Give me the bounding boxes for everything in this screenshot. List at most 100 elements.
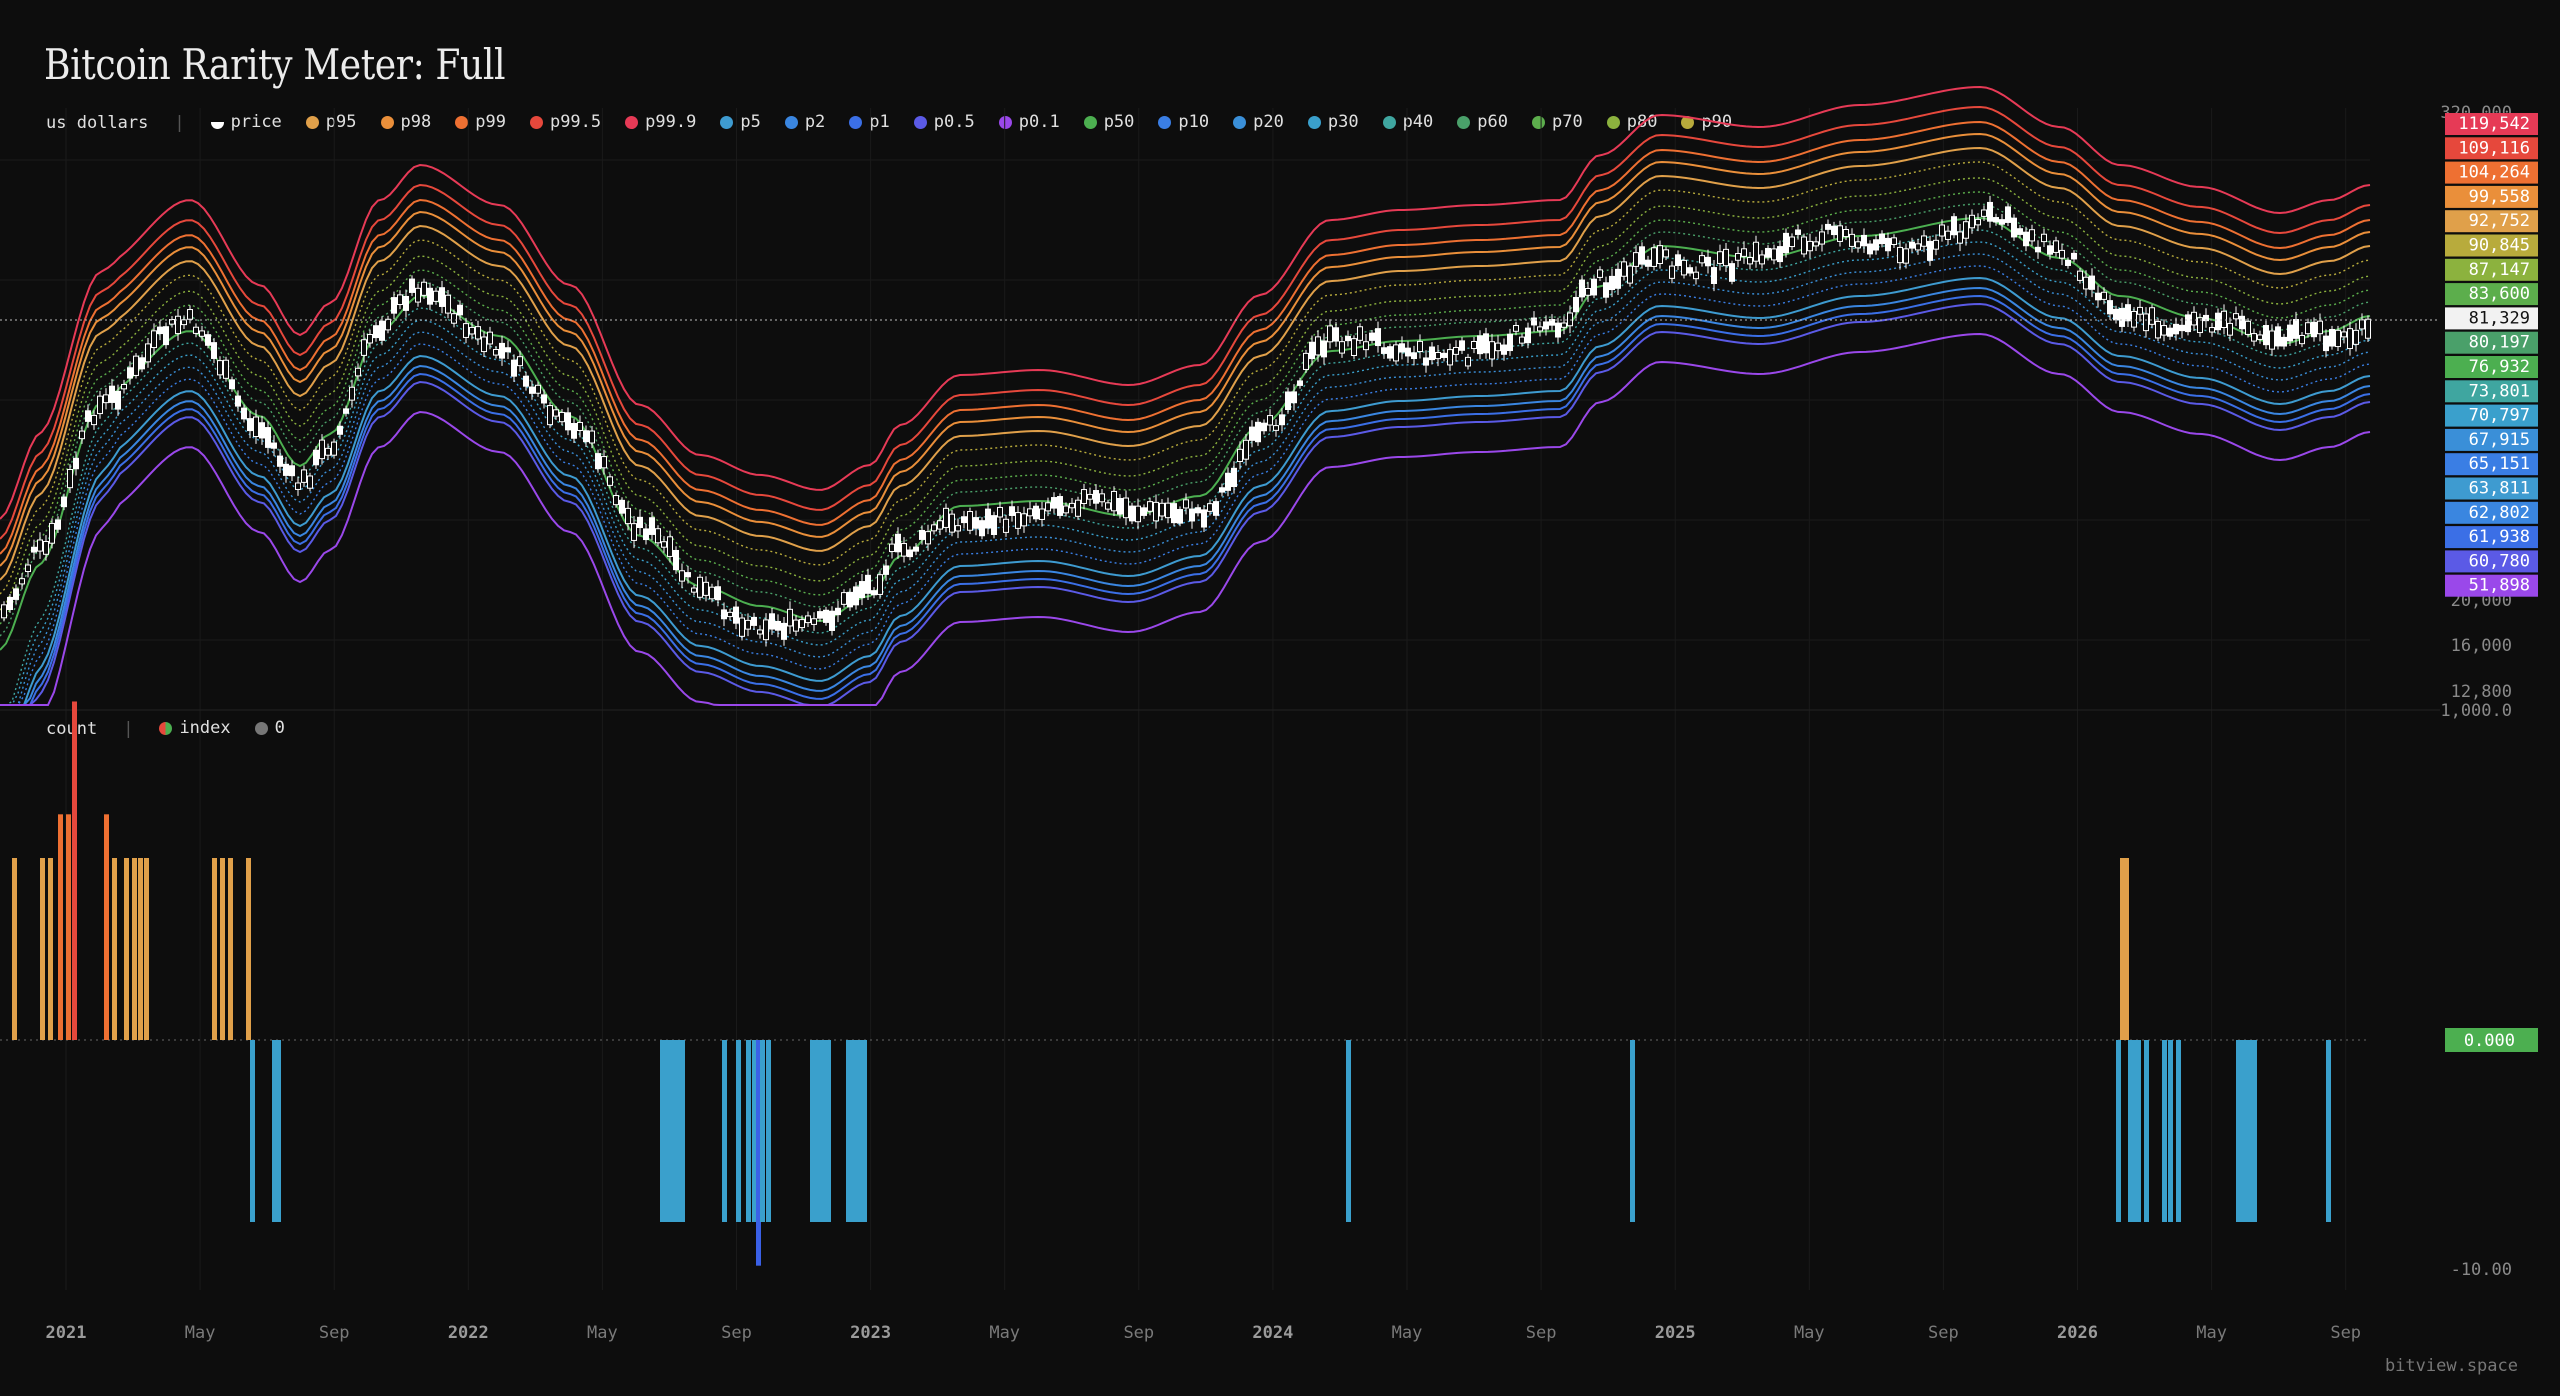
candle-body: [1429, 346, 1435, 361]
candle-body: [1321, 340, 1327, 358]
candle-body: [1843, 229, 1849, 238]
index-bar: [40, 858, 45, 1040]
candle-body: [1675, 254, 1681, 267]
candle-body: [1357, 326, 1363, 341]
candle-body: [223, 359, 229, 379]
value-badge-text: 104,264: [2458, 163, 2530, 183]
candle-body: [2053, 240, 2059, 253]
value-badge-text: 70,797: [2469, 406, 2530, 426]
candle-body: [1363, 341, 1369, 351]
candle-body: [613, 495, 619, 506]
candle-body: [409, 278, 415, 293]
candle-body: [847, 591, 853, 608]
candle-body: [235, 395, 241, 407]
x-axis-tick: May: [989, 1323, 1020, 1343]
candle-body: [655, 528, 661, 544]
candle-body: [187, 309, 193, 320]
grid: [0, 108, 2440, 1290]
band-p10: [0, 265, 2371, 706]
index-bar: [144, 858, 149, 1040]
candle-body: [7, 596, 13, 611]
candle-body: [319, 439, 325, 460]
candle-body: [2131, 310, 2137, 328]
zero-badge-text: 0.000: [2464, 1031, 2515, 1051]
candle-body: [439, 287, 445, 307]
index-bar: [766, 1040, 771, 1222]
candle-body: [991, 515, 997, 535]
candle-body: [1279, 414, 1285, 426]
x-axis-tick: May: [1392, 1323, 1423, 1343]
candle-body: [247, 418, 253, 432]
candle-body: [775, 620, 781, 631]
candle-body: [1825, 223, 1831, 230]
candle-body: [931, 524, 937, 532]
candle-body: [625, 507, 631, 525]
index-bar: [2326, 1040, 2331, 1222]
candle-body: [2221, 310, 2227, 328]
candle-body: [289, 465, 295, 477]
candle-body: [997, 506, 1003, 518]
index-bar: [2136, 1040, 2141, 1222]
candle-body: [397, 294, 403, 306]
value-badge-text: 60,780: [2469, 551, 2530, 571]
value-badge-text: 62,802: [2469, 503, 2530, 523]
candle-body: [283, 463, 289, 476]
value-badge-text: 81,329: [2469, 308, 2530, 328]
index-bar: [826, 1040, 831, 1222]
candle-body: [415, 287, 421, 303]
candle-body: [751, 616, 757, 626]
x-axis[interactable]: 2021 May Sep 2022 May Sep 2023 May Sep 2024 May Sep…: [46, 1323, 2362, 1343]
candle-body: [1813, 241, 1819, 247]
rarity-chart[interactable]: 320,00020,00016,00012,800119,542109,1161…: [0, 0, 2560, 1396]
candle-body: [1093, 490, 1099, 504]
candle-body: [685, 572, 691, 578]
candle-body: [469, 326, 475, 335]
candle-body: [1237, 448, 1243, 462]
candle-body: [1459, 340, 1465, 351]
candle-body: [691, 587, 697, 593]
candle-body: [1663, 249, 1669, 258]
candle-body: [607, 476, 613, 486]
candle-body: [37, 539, 43, 552]
candle-body: [1381, 347, 1387, 354]
candle-body: [715, 586, 721, 601]
candle-body: [871, 590, 877, 596]
candle-body: [1789, 236, 1795, 248]
value-badge-text: 109,116: [2458, 138, 2530, 158]
x-axis-tick: May: [2196, 1323, 2227, 1343]
value-badge-text: 61,938: [2469, 527, 2530, 547]
candle-body: [1519, 336, 1525, 344]
candle-body: [835, 607, 841, 616]
candle-body: [745, 619, 751, 630]
candle-body: [151, 330, 157, 349]
candle-body: [1207, 503, 1213, 512]
candle-body: [1417, 340, 1423, 353]
candle-body: [1747, 257, 1753, 265]
candle-body: [1885, 237, 1891, 252]
candle-body: [577, 421, 583, 431]
candle-body: [127, 367, 133, 379]
x-axis-tick: 2022: [448, 1323, 489, 1343]
candle-body: [1081, 489, 1087, 504]
candle-body: [733, 606, 739, 624]
candle-body: [2047, 245, 2053, 255]
candle-body: [199, 330, 205, 337]
band-p95: [0, 146, 2371, 581]
candle-body: [337, 425, 343, 435]
candle-body: [1921, 235, 1927, 247]
candle-body: [1057, 496, 1063, 516]
candle-body: [1681, 259, 1687, 276]
candle-body: [1951, 216, 1957, 236]
x-axis-tick: Sep: [2330, 1323, 2361, 1343]
candle-body: [1129, 505, 1135, 522]
candle-body: [2185, 314, 2191, 333]
index-bar: [132, 858, 137, 1040]
candle-body: [1651, 247, 1657, 267]
candle-body: [1771, 248, 1777, 261]
candle-body: [295, 482, 301, 490]
candle-body: [1225, 472, 1231, 491]
candle-body: [943, 507, 949, 528]
index-bar: [760, 1040, 765, 1222]
candle-body: [1231, 467, 1237, 488]
candle-body: [49, 522, 55, 544]
